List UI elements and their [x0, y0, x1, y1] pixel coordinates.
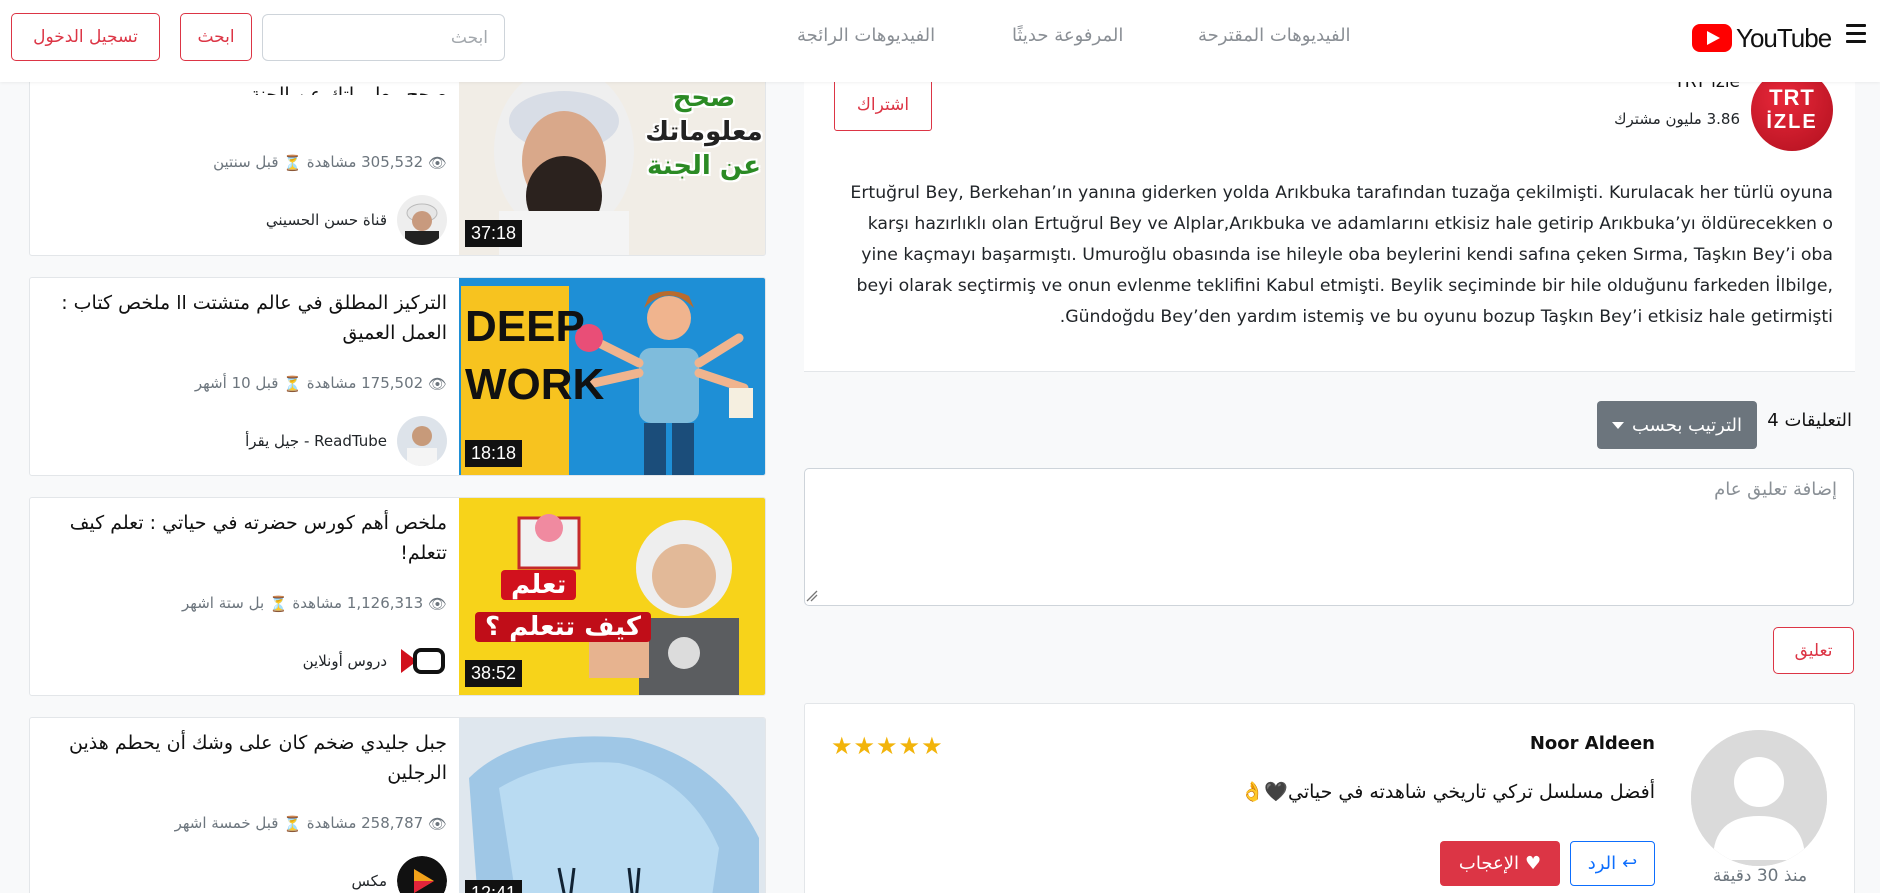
- login-button[interactable]: تسجيل الدخول: [11, 13, 160, 61]
- resize-handle-icon[interactable]: [806, 590, 818, 602]
- subscriber-count: 3.86 مليون مشترك: [1614, 110, 1740, 128]
- channel-name[interactable]: قناة حسن الحسيني: [266, 211, 387, 229]
- thumbnail-caption: صحح معلوماتك عن الجنة: [645, 83, 763, 181]
- thumbnail-caption-bottom: كيف تتعلم ؟: [475, 612, 651, 642]
- subscribe-button[interactable]: اشتراك: [834, 79, 932, 131]
- thumbnail-caption: DEEP WORK: [465, 302, 605, 409]
- channel-logo-icon: [397, 636, 447, 686]
- hourglass-icon: ⏳: [283, 153, 302, 172]
- thumbnail-caption-top: تعلم: [501, 570, 577, 600]
- sort-label: الترتيب بحسب: [1631, 414, 1743, 436]
- video-meta: 👁 305,532 مشاهدة ⏳ قبل سنتين: [30, 153, 447, 172]
- nav-link-suggested[interactable]: الفيديوهات المقترحة: [1198, 25, 1351, 46]
- view-count: 175,502 مشاهدة: [306, 374, 424, 392]
- video-meta: 👁 258,787 مشاهدة ⏳ قبل خمسة اشهر: [30, 814, 447, 833]
- view-count: 258,787 مشاهدة: [306, 814, 424, 832]
- channel-row[interactable]: ReadTube - جيل يقرأ: [245, 416, 447, 466]
- channel-name[interactable]: دروس أونلاين: [303, 652, 387, 670]
- hourglass-icon: ⏳: [283, 814, 302, 833]
- nav-link-trending[interactable]: الفيديوهات الرائجة: [797, 25, 935, 46]
- caret-down-icon: [1611, 421, 1624, 429]
- comment-input[interactable]: [804, 468, 1854, 606]
- video-card[interactable]: تعلم كيف تتعلم ؟ 38:52 ملخص أهم كورس حضر…: [29, 497, 766, 696]
- eye-icon: 👁: [427, 594, 447, 613]
- channel-row[interactable]: مكس: [352, 856, 447, 893]
- eye-icon: 👁: [427, 374, 447, 393]
- search-button[interactable]: ابحث: [180, 13, 252, 61]
- video-thumbnail[interactable]: تعلم كيف تتعلم ؟ 38:52: [459, 498, 765, 695]
- video-card[interactable]: DEEP WORK 18:18 التركيز المطلق في عالم م…: [29, 277, 766, 476]
- channel-name[interactable]: مكس: [352, 872, 387, 890]
- hourglass-icon: ⏳: [283, 374, 302, 393]
- nav-link-recent[interactable]: المرفوعة حديثًا: [1012, 25, 1123, 46]
- video-duration: 37:18: [465, 220, 523, 247]
- thumbnail-image: [459, 718, 765, 893]
- search-input[interactable]: [262, 14, 505, 61]
- play-icon: [1692, 24, 1732, 52]
- user-avatar: [1691, 730, 1827, 866]
- hourglass-icon: ⏳: [268, 594, 288, 613]
- reply-icon: ↩: [1622, 853, 1638, 874]
- youtube-logo[interactable]: YouTube: [1692, 20, 1832, 56]
- video-thumbnail[interactable]: DEEP WORK 18:18: [459, 278, 765, 475]
- view-count: 1,126,313 مشاهدة: [292, 594, 424, 612]
- video-duration: 38:52: [465, 660, 523, 687]
- video-thumbnail[interactable]: 12:41: [459, 718, 765, 893]
- menu-icon[interactable]: [1846, 24, 1866, 46]
- channel-name[interactable]: ReadTube - جيل يقرأ: [245, 432, 387, 450]
- upload-time: قبل 10 أشهر: [194, 374, 279, 392]
- like-button[interactable]: ♥ الإعجاب: [1440, 841, 1560, 886]
- sort-dropdown[interactable]: الترتيب بحسب: [1597, 401, 1757, 449]
- video-meta: 👁 1,126,313 مشاهدة ⏳ بل ستة اشهر: [30, 594, 447, 613]
- video-title[interactable]: ملخص أهم كورس حضرته في حياتي : تعلم كيف …: [47, 508, 447, 568]
- upload-time: بل ستة اشهر: [182, 594, 265, 612]
- comment-author[interactable]: Noor Aldeen: [1450, 733, 1655, 754]
- channel-row[interactable]: دروس أونلاين: [303, 636, 447, 686]
- submit-comment-button[interactable]: تعليق: [1773, 627, 1854, 674]
- top-navbar: YouTube الفيديوهات المقترحة المرفوعة حدي…: [0, 0, 1880, 82]
- like-label: الإعجاب: [1458, 853, 1519, 874]
- star-rating: ★★★★★: [831, 732, 944, 760]
- video-duration: 12:41: [465, 880, 523, 893]
- video-title[interactable]: جبل جليدي ضخم كان على وشك أن يحطم هذين ا…: [47, 728, 447, 788]
- view-count: 305,532 مشاهدة: [306, 153, 424, 171]
- upload-time: قبل سنتين: [213, 153, 279, 171]
- comment-text: أفضل مسلسل تركي تاريخي شاهدته في حياتي🖤👌: [1240, 781, 1655, 803]
- eye-icon: 👁: [427, 814, 447, 833]
- video-title[interactable]: التركيز المطلق في عالم متشتت ll ملخص كتا…: [47, 288, 447, 348]
- heart-icon: ♥: [1524, 853, 1542, 874]
- video-meta: 👁 175,502 مشاهدة ⏳ قبل 10 أشهر: [30, 374, 447, 393]
- brand-name: YouTube: [1736, 22, 1832, 53]
- reply-label: الرد: [1587, 853, 1617, 874]
- reply-button[interactable]: ↩ الرد: [1570, 841, 1655, 886]
- channel-row[interactable]: قناة حسن الحسيني: [266, 195, 447, 245]
- channel-avatar: [397, 416, 447, 466]
- channel-avatar: [397, 856, 447, 893]
- video-card[interactable]: 12:41 جبل جليدي ضخم كان على وشك أن يحطم …: [29, 717, 766, 893]
- video-description: Ertuğrul Bey, Berkehan’ın yanına giderke…: [850, 183, 1833, 327]
- video-duration: 18:18: [465, 440, 523, 467]
- channel-avatar: [397, 195, 447, 245]
- comment-time: منذ 30 دقيقة: [1712, 866, 1808, 886]
- eye-icon: 👁: [427, 153, 447, 172]
- upload-time: قبل خمسة اشهر: [174, 814, 279, 832]
